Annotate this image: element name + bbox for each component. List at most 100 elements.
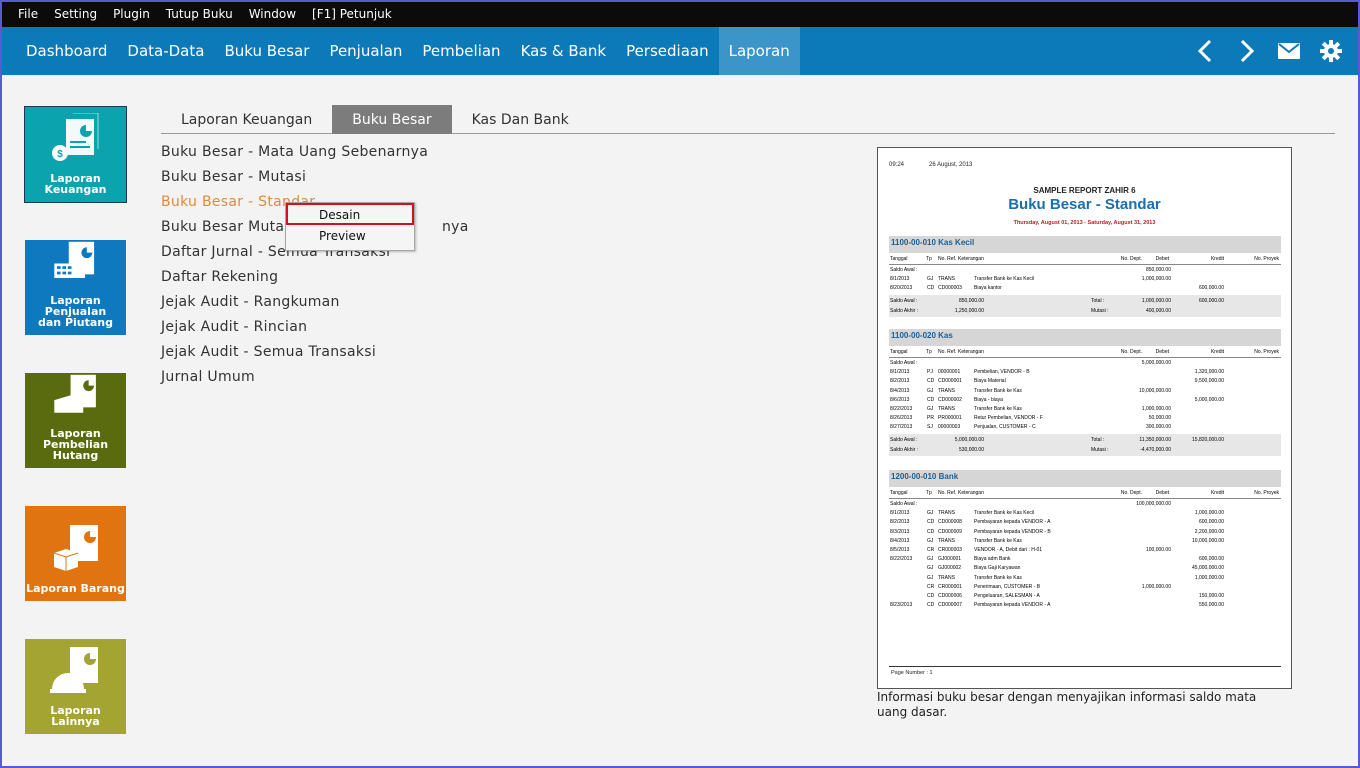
- label-mutasi: Mutasi :: [1091, 307, 1109, 314]
- column-header: Kredit: [1210, 256, 1224, 262]
- cell-desc: Transfer Bank ke Kas: [974, 406, 1022, 412]
- cell-debet: 1,000,000.00: [1141, 276, 1171, 283]
- back-icon[interactable]: [1184, 31, 1226, 71]
- cell-kredit: 2,200,000.00: [1194, 528, 1224, 535]
- ledger-row: 8/6/2013 CD CD000002 Biaya - biaya 5,000,000…: [889, 396, 1281, 405]
- cell-type: GJ: [927, 276, 934, 283]
- menu-plugin[interactable]: Plugin: [105, 2, 158, 27]
- mail-icon[interactable]: [1268, 31, 1310, 71]
- summary-box: Saldo Awal : 850,000.00 Saldo Akhir : 1,250…: [889, 294, 1281, 317]
- cell-debet: 100,000.00: [1145, 547, 1171, 553]
- cell-type: CD: [927, 528, 935, 535]
- column-header: No. Proyek: [1254, 490, 1279, 496]
- ledger-row: 8/1/2013 GJ TRANS Transfer Bank ke Kas Keci…: [889, 275, 1281, 284]
- gear-icon[interactable]: [1310, 31, 1352, 71]
- preview-date: 26 August, 2013: [929, 162, 973, 168]
- sales-report-icon: [53, 241, 94, 278]
- nav-pembelian[interactable]: Pembelian: [412, 27, 510, 75]
- menu-window[interactable]: Window: [241, 2, 304, 27]
- cell-ref: TRANS: [938, 406, 955, 412]
- column-header: No. Ref.: [938, 256, 957, 262]
- cell-kredit: 600,000.00: [1198, 556, 1224, 563]
- cell-desc: Biaya - biaya: [974, 396, 1003, 403]
- nav-persediaan[interactable]: Persediaan: [616, 27, 719, 75]
- list-item[interactable]: Jejak Audit - Rincian: [161, 315, 469, 340]
- cell-desc: Biaya Material: [974, 378, 1006, 385]
- list-item[interactable]: Jejak Audit - Rangkuman: [161, 290, 469, 315]
- ledger-row: GJ GJ000002 Biaya Gaji Karyawan 45,000,000.…: [889, 564, 1281, 573]
- tab-buku-besar[interactable]: Buku Besar: [332, 105, 452, 134]
- context-menu: Desain Preview: [285, 202, 415, 251]
- cell-date: 8/5/2013: [890, 547, 910, 553]
- cell-kredit: 550,000.00: [1198, 602, 1224, 609]
- column-header: Tanggal: [890, 256, 908, 262]
- list-item[interactable]: Buku Besar - Mata Uang Sebenarnya: [161, 140, 469, 165]
- menu-setting[interactable]: Setting: [46, 2, 105, 27]
- forward-icon[interactable]: [1226, 31, 1268, 71]
- nav-kas-bank[interactable]: Kas & Bank: [511, 27, 617, 75]
- other-report-icon: [49, 647, 98, 693]
- nav-buku-besar[interactable]: Buku Besar: [214, 27, 319, 75]
- column-header: Debet: [1155, 256, 1169, 262]
- cell-debet: 300,000.00: [1145, 424, 1171, 431]
- column-header: No. Ref.: [938, 349, 957, 355]
- account-header: 1200-00-010 Bank: [889, 470, 1281, 487]
- column-header: Keterangan: [958, 490, 984, 496]
- ledger-row: CD CD000006 Pengeluaran, SALESMAN - A 150,0…: [889, 592, 1281, 601]
- ledger-row: 8/5/2013 CR CR000003 VENDOR - A, Debit dari…: [889, 546, 1281, 555]
- menu-item-preview[interactable]: Preview: [286, 225, 414, 247]
- cell-type: CD: [927, 519, 935, 526]
- summary-box: Saldo Awal : 5,000,000.00 Saldo Akhir : 530…: [889, 433, 1281, 456]
- menu-help[interactable]: [F1] Petunjuk: [304, 2, 400, 27]
- cell-ref: TRANS: [938, 276, 955, 283]
- list-item[interactable]: Jurnal Umum: [161, 365, 469, 390]
- cell-desc: Transfer Bank ke Kas: [974, 537, 1022, 544]
- tile-laporan-lainnya[interactable]: Laporan Lainnya: [25, 639, 126, 734]
- value-total-debet: 11,350,000.00: [1139, 436, 1171, 443]
- svg-text:$: $: [57, 149, 63, 160]
- value-saldo-awal: 5,000,000.00: [954, 436, 984, 443]
- tile-label-line2: dan Piutang: [37, 316, 113, 329]
- cell-desc: Penjualan, CUSTOMER - C: [974, 424, 1036, 431]
- ledger-row: GJ TRANS Transfer Bank ke Kas 1,000,000.00: [889, 574, 1281, 583]
- cell-ref: PR000001: [938, 415, 962, 422]
- ledger-row: 8/26/2013 PR PR000001 Retur Pembelian, VEND…: [889, 414, 1281, 423]
- nav-laporan[interactable]: Laporan: [718, 27, 800, 75]
- tab-kas-dan-bank[interactable]: Kas Dan Bank: [452, 105, 589, 134]
- nav-dashboard[interactable]: Dashboard: [16, 27, 117, 75]
- tile-laporan-penjualan[interactable]: Laporan Penjualan dan Piutang: [25, 240, 126, 335]
- cell-desc: Retur Pembelian, VENDOR - F: [974, 415, 1043, 422]
- ledger-row: 8/1/2013 PJ 00000001 Pembelian, VENDOR - B 1…: [889, 368, 1281, 377]
- cell-desc: Transfer Bank ke Kas: [974, 574, 1022, 581]
- cell-date: 8/4/2013: [890, 387, 910, 394]
- column-header: No. Ref.: [938, 490, 957, 496]
- cell-desc: Pembayaran kepada VENDOR - A: [974, 602, 1051, 609]
- label-total: Total :: [1091, 436, 1105, 443]
- nav-data-data[interactable]: Data-Data: [117, 27, 214, 75]
- cell-ref: CD000009: [938, 528, 962, 535]
- column-header-row: Tanggal Tp No. Ref. Keterangan No. Dept. Debe…: [889, 255, 1281, 265]
- cell-ref: TRANS: [938, 510, 955, 517]
- cell-type: CR: [927, 583, 935, 590]
- list-item[interactable]: Jejak Audit - Semua Transaksi: [161, 340, 469, 365]
- ledger-row: 8/2/2013 CD CD000008 Pembayaran kepada VEND…: [889, 518, 1281, 527]
- cell-kredit: 1,000,000.00: [1194, 510, 1224, 517]
- cell-date: 8/22/2013: [890, 406, 913, 412]
- cell-ref: CR000001: [938, 583, 962, 590]
- menu-tutup-buku[interactable]: Tutup Buku: [158, 2, 241, 27]
- column-header: No. Dept.: [1120, 349, 1142, 355]
- cell-kredit: 600,000.00: [1198, 285, 1224, 292]
- menu-file[interactable]: File: [10, 2, 46, 27]
- tile-laporan-keuangan[interactable]: $ Laporan Keuangan: [24, 106, 127, 203]
- tile-laporan-barang[interactable]: Laporan Barang: [25, 506, 126, 601]
- cell-date: 8/3/2013: [890, 528, 910, 535]
- tile-label-line1: Laporan Penjualan: [44, 294, 107, 318]
- menu-item-desain[interactable]: Desain: [286, 203, 414, 225]
- tile-laporan-pembelian[interactable]: Laporan Pembelian Hutang: [25, 373, 126, 468]
- cell-ref: GJ000002: [938, 565, 962, 572]
- nav-penjualan[interactable]: Penjualan: [319, 27, 412, 75]
- list-item[interactable]: Buku Besar - Mutasi: [161, 165, 469, 190]
- list-item[interactable]: Daftar Rekening: [161, 265, 469, 290]
- cell-ref: CD000002: [938, 396, 962, 403]
- tab-laporan-keuangan[interactable]: Laporan Keuangan: [161, 105, 332, 134]
